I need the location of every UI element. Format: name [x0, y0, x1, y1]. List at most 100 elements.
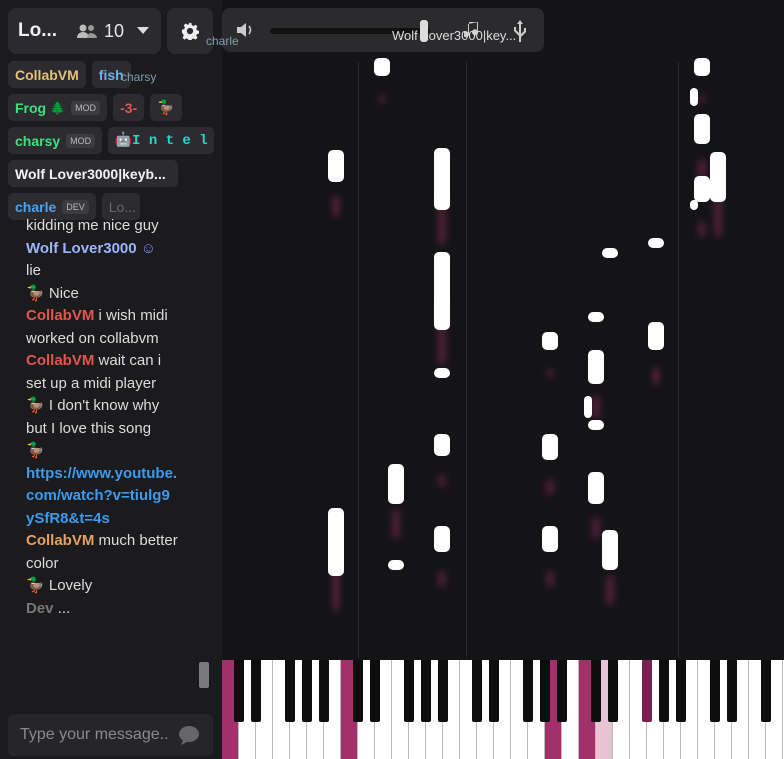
black-key[interactable] [438, 660, 448, 722]
chat-message: CollabVM much better color [26, 530, 178, 575]
black-key[interactable] [523, 660, 533, 722]
black-key[interactable] [319, 660, 329, 722]
note-bar [542, 332, 558, 350]
chat-text: Lovely [48, 577, 93, 594]
note-bar [602, 248, 618, 258]
dev-badge: DEV [62, 199, 89, 214]
black-key[interactable] [489, 660, 499, 722]
note-bar [694, 58, 710, 76]
chat-log: kidding me nice guy Wolf Lover3000 ☺ lie… [18, 215, 198, 693]
black-key[interactable] [608, 660, 618, 722]
user-name: Wolf Lover3000|keyb... [15, 165, 166, 182]
black-key[interactable] [302, 660, 312, 722]
chat-text: I don't know why but I love this song [26, 397, 160, 437]
users-icon [77, 24, 97, 38]
media-controls: Wolf Lover3000|key... [222, 8, 544, 52]
chat-input[interactable] [20, 726, 170, 744]
chat-link[interactable]: https://www.youtube.com/watch?v=tiulg9yS… [26, 463, 178, 531]
chat-message: lie [26, 262, 42, 279]
note-bar [694, 176, 710, 202]
gear-icon [181, 22, 199, 40]
note-bar [388, 560, 404, 570]
chat-username[interactable]: CollabVM [26, 532, 94, 549]
grid-line [678, 62, 679, 658]
black-key[interactable] [251, 660, 261, 722]
note-bar [542, 434, 558, 460]
grid-line [466, 62, 467, 658]
user-name: fish [98, 66, 124, 83]
user-chip[interactable]: -3- [113, 94, 145, 121]
note-bar [648, 238, 664, 248]
black-key[interactable] [676, 660, 686, 722]
note-bar [434, 526, 450, 552]
user-count: 10 [76, 21, 124, 42]
note-bar [588, 312, 604, 322]
chat-username[interactable]: Dev [26, 600, 54, 617]
user-name: CollabVM [15, 66, 79, 83]
black-key[interactable] [421, 660, 431, 722]
black-key[interactable] [234, 660, 244, 722]
note-bar [388, 464, 404, 504]
vm-screen[interactable]: Wolf Lover3000|key... charle charsy [121, 0, 784, 759]
note-bar [690, 88, 698, 106]
black-key[interactable] [642, 660, 652, 722]
scrollbar-thumb[interactable] [199, 662, 209, 688]
note-bar [588, 420, 604, 430]
chat-message: 🦆 Lovely [26, 575, 178, 598]
chat-username[interactable]: 🦆 [26, 397, 45, 414]
chevron-down-icon[interactable] [136, 26, 150, 36]
user-chip[interactable]: 🤖I n t e l [107, 127, 214, 154]
note-bar [694, 114, 710, 144]
emoji-chat-icon[interactable] [178, 725, 200, 745]
chat-username[interactable]: 🦆 [26, 442, 45, 459]
chat-message: 🦆 I don't know why but I love this song [26, 395, 178, 440]
black-key[interactable] [659, 660, 669, 722]
user-row: charsy MOD 🤖I n t e l [8, 127, 214, 154]
speaker-icon[interactable] [236, 22, 256, 38]
black-key[interactable] [710, 660, 720, 722]
sidebar: Lo... 10 CollabVM fish Frog 🌲 MOD -3- 🦆 ch… [0, 0, 222, 759]
note-bar [588, 472, 604, 504]
note-bar [542, 526, 558, 552]
chat-message: Dev ... [26, 598, 178, 621]
user-count-value: 10 [104, 20, 125, 41]
user-chip[interactable]: Frog 🌲 MOD [8, 94, 108, 121]
user-chip[interactable]: charsy MOD [8, 127, 102, 154]
black-key[interactable] [540, 660, 550, 722]
user-row: CollabVM fish [8, 61, 214, 88]
user-chip[interactable]: Wolf Lover3000|keyb... [8, 160, 178, 187]
chat-username[interactable]: CollabVM [26, 352, 94, 369]
chat-text: ... [57, 599, 71, 617]
black-key[interactable] [353, 660, 363, 722]
now-playing: Wolf Lover3000|key... [392, 28, 517, 43]
black-key[interactable] [370, 660, 380, 722]
note-bar [710, 152, 726, 202]
note-bar [434, 252, 450, 330]
black-key[interactable] [761, 660, 771, 722]
vm-title: Lo... [18, 20, 58, 41]
black-key[interactable] [285, 660, 295, 722]
vm-selector[interactable]: Lo... 10 [8, 8, 161, 54]
note-bar [328, 150, 344, 182]
black-key[interactable] [472, 660, 482, 722]
black-key[interactable] [404, 660, 414, 722]
black-key[interactable] [591, 660, 601, 722]
black-key[interactable] [727, 660, 737, 722]
user-chip[interactable]: CollabVM [8, 61, 86, 88]
chat-scrollbar[interactable] [196, 228, 212, 706]
black-key[interactable] [557, 660, 567, 722]
chat-message: CollabVM wait can i set up a midi player [26, 350, 178, 395]
chat-username[interactable]: 🦆 [26, 577, 45, 594]
note-bar [434, 368, 450, 378]
note-bar [584, 396, 592, 418]
collabvm-window: Lo... 10 CollabVM fish Frog 🌲 MOD -3- 🦆 ch… [0, 0, 784, 759]
chat-username[interactable]: 🦆 [26, 285, 45, 302]
user-chip[interactable]: 🦆 [150, 94, 182, 121]
note-bar [434, 148, 450, 210]
chat-username[interactable]: CollabVM [26, 307, 94, 324]
piano-keyboard[interactable] [222, 660, 784, 759]
chat-username[interactable]: Wolf Lover3000 [26, 240, 137, 257]
note-bar [648, 322, 664, 350]
chat-input-box[interactable] [8, 714, 213, 756]
user-name: charsy [15, 132, 61, 149]
